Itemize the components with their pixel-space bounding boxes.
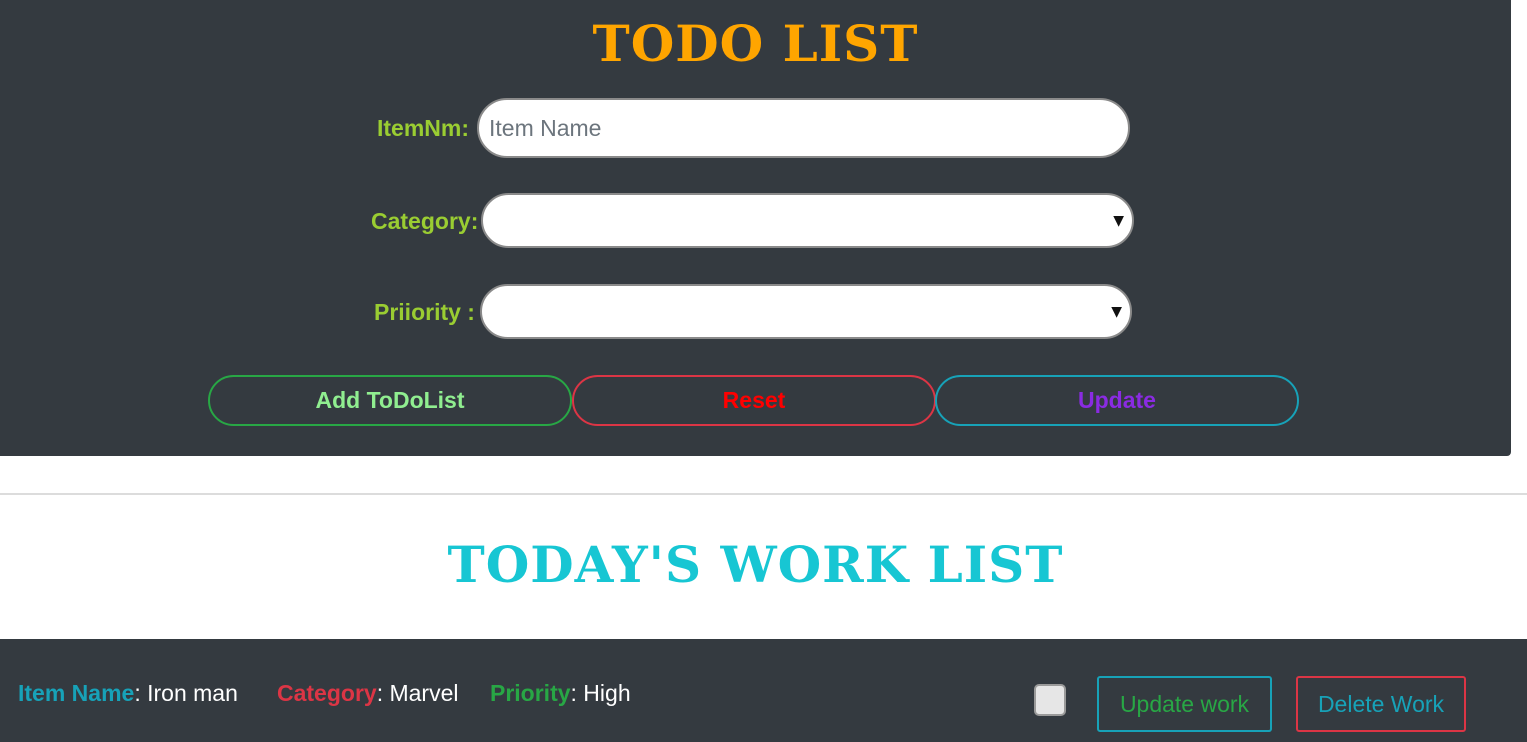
priority-label: Priiority : bbox=[374, 299, 475, 325]
todo-form-panel: TODO LIST ItemNm: Category: ▼ Priiority … bbox=[0, 0, 1511, 456]
category-select[interactable]: ▼ bbox=[481, 193, 1134, 248]
delete-work-button[interactable]: Delete Work bbox=[1296, 676, 1466, 732]
item-category-key: Category bbox=[277, 680, 377, 706]
reset-button[interactable]: Reset bbox=[572, 375, 936, 426]
work-list-title: TODAY'S WORK LIST bbox=[447, 535, 1064, 594]
item-name-label: ItemNm: bbox=[377, 115, 470, 141]
item-name-key: Item Name bbox=[18, 680, 135, 706]
category-label: Category: bbox=[371, 208, 479, 234]
add-todo-button[interactable]: Add ToDoList bbox=[208, 375, 572, 426]
item-done-checkbox[interactable] bbox=[1034, 684, 1066, 716]
item-category-field: Category: Marvel bbox=[277, 680, 459, 707]
item-name-input[interactable] bbox=[477, 98, 1130, 158]
item-priority-field: Priority: High bbox=[490, 680, 631, 707]
item-name-field: Item Name: Iron man bbox=[18, 680, 238, 707]
update-button[interactable]: Update bbox=[935, 375, 1299, 426]
item-name-value: : Iron man bbox=[134, 680, 238, 706]
chevron-down-icon: ▼ bbox=[1111, 303, 1122, 320]
item-category-value: : Marvel bbox=[376, 680, 459, 706]
priority-select[interactable]: ▼ bbox=[480, 284, 1132, 339]
update-work-button[interactable]: Update work bbox=[1097, 676, 1272, 732]
item-priority-value: : High bbox=[570, 680, 631, 706]
section-divider bbox=[0, 493, 1527, 495]
item-priority-key: Priority bbox=[490, 680, 571, 706]
chevron-down-icon: ▼ bbox=[1113, 212, 1124, 229]
page-title: TODO LIST bbox=[592, 14, 919, 73]
